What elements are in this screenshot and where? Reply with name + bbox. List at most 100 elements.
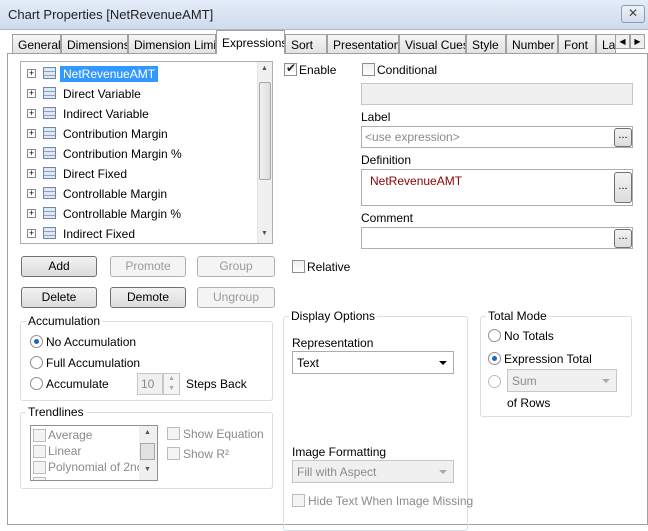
tab-presentation[interactable]: Presentation	[327, 34, 399, 53]
window-title: Chart Properties [NetRevenueAMT]	[8, 7, 214, 22]
show-equation-checkbox[interactable]	[167, 427, 180, 440]
comment-input[interactable]	[361, 227, 633, 249]
table-icon	[43, 167, 56, 179]
label-field-label: Label	[361, 110, 391, 124]
tab-sort[interactable]: Sort	[285, 34, 327, 53]
tab-expressions[interactable]: Expressions	[216, 30, 285, 54]
list-item[interactable]: + NetRevenueAMT	[25, 64, 257, 84]
scroll-thumb[interactable]	[140, 443, 155, 460]
scroll-down-icon[interactable]: ▼	[261, 230, 268, 237]
list-item[interactable]: + Direct Fixed	[25, 164, 257, 184]
total-function-select[interactable]: Sum	[507, 369, 617, 392]
no-totals-radio[interactable]	[488, 329, 501, 342]
hide-text-checkbox[interactable]	[292, 494, 305, 507]
accumulate-radio[interactable]	[30, 377, 43, 390]
label-input[interactable]: <use expression>	[361, 126, 633, 148]
definition-input[interactable]: NetRevenueAMT	[361, 169, 633, 206]
show-r2-label: Show R²	[183, 447, 230, 461]
relative-checkbox[interactable]	[292, 260, 305, 273]
full-accumulation-radio[interactable]	[30, 356, 43, 369]
expression-total-radio[interactable]	[488, 352, 501, 365]
tab-number[interactable]: Number	[506, 34, 558, 53]
function-total-radio[interactable]	[488, 375, 501, 388]
tab-font[interactable]: Font	[558, 34, 596, 53]
label-expression-button[interactable]: ...	[614, 128, 632, 147]
accumulation-title: Accumulation	[26, 314, 103, 328]
promote-button[interactable]: Promote	[110, 256, 186, 277]
table-icon	[43, 107, 56, 119]
tab-general[interactable]: General	[12, 34, 61, 53]
table-icon	[43, 127, 56, 139]
table-icon	[43, 67, 56, 79]
show-r2-checkbox[interactable]	[167, 447, 180, 460]
demote-button[interactable]: Demote	[110, 287, 186, 308]
total-mode-title: Total Mode	[486, 309, 549, 323]
table-icon	[43, 227, 56, 239]
expand-icon[interactable]: +	[27, 129, 36, 138]
conditional-checkbox[interactable]	[362, 63, 375, 76]
trendline-checkbox[interactable]	[33, 429, 46, 442]
expand-icon[interactable]: +	[27, 169, 36, 178]
tab-visual-cues[interactable]: Visual Cues	[399, 34, 466, 53]
list-item[interactable]: + Direct Variable	[25, 84, 257, 104]
trendlines-list[interactable]: Average Linear Polynomial of 2nd d ▲ ▼	[30, 425, 158, 481]
list-item[interactable]: + Indirect Variable	[25, 104, 257, 124]
close-button[interactable]: ✕	[621, 5, 645, 23]
tab-dimensions[interactable]: Dimensions	[61, 34, 128, 53]
expand-icon[interactable]: +	[27, 109, 36, 118]
comment-label: Comment	[361, 211, 414, 225]
no-accumulation-label: No Accumulation	[46, 335, 137, 349]
stepper-arrows[interactable]: ▲ ▼	[163, 373, 180, 395]
table-icon	[43, 187, 56, 199]
table-icon	[43, 87, 56, 99]
chevron-down-icon	[602, 379, 610, 383]
scrollbar[interactable]: ▲ ▼	[257, 62, 272, 243]
conditional-input[interactable]	[361, 83, 633, 105]
expand-icon[interactable]: +	[27, 189, 36, 198]
expand-icon[interactable]: +	[27, 89, 36, 98]
tab-scroll-right-icon[interactable]: ▶	[630, 34, 645, 49]
expand-icon[interactable]: +	[27, 149, 36, 158]
add-button[interactable]: Add	[21, 256, 97, 277]
stepper-down-icon[interactable]: ▼	[164, 384, 179, 394]
scrollbar[interactable]: ▲ ▼	[139, 426, 157, 480]
trendline-checkbox[interactable]	[33, 477, 46, 480]
list-item[interactable]: + Contribution Margin %	[25, 144, 257, 164]
list-item[interactable]: + Controllable Margin %	[25, 204, 257, 224]
tab-style[interactable]: Style	[466, 34, 506, 53]
expand-icon[interactable]: +	[27, 209, 36, 218]
steps-back-label: Steps Back	[186, 377, 247, 391]
delete-button[interactable]: Delete	[21, 287, 97, 308]
tab-dimension-limits[interactable]: Dimension Limits	[128, 34, 216, 53]
chevron-down-icon	[439, 470, 447, 474]
trendline-checkbox[interactable]	[33, 461, 46, 474]
list-item[interactable]: + Controllable Margin	[25, 184, 257, 204]
trendlines-title: Trendlines	[26, 405, 86, 419]
list-item[interactable]: + Indirect Fixed	[25, 224, 257, 244]
definition-expression-button[interactable]: ...	[614, 172, 632, 203]
group-button[interactable]: Group	[197, 256, 275, 277]
scroll-up-icon[interactable]: ▲	[261, 65, 268, 72]
expand-icon[interactable]: +	[27, 69, 36, 78]
image-formatting-select[interactable]: Fill with Aspect	[292, 460, 454, 483]
scroll-up-icon[interactable]: ▲	[144, 429, 151, 436]
comment-expression-button[interactable]: ...	[614, 229, 632, 248]
scroll-thumb[interactable]	[259, 82, 271, 180]
display-options-title: Display Options	[289, 309, 378, 323]
expand-icon[interactable]: +	[27, 229, 36, 238]
show-equation-label: Show Equation	[183, 427, 264, 441]
list-item[interactable]: + Contribution Margin	[25, 124, 257, 144]
tab-scroll-left-icon[interactable]: ◀	[615, 34, 630, 49]
title-bar: Chart Properties [NetRevenueAMT] ✕	[0, 0, 648, 30]
chevron-down-icon	[439, 361, 447, 365]
scroll-down-icon[interactable]: ▼	[144, 466, 151, 473]
representation-select[interactable]: Text	[292, 351, 454, 374]
ungroup-button[interactable]: Ungroup	[197, 287, 275, 308]
no-accumulation-radio[interactable]	[30, 335, 43, 348]
steps-back-stepper[interactable]: 10	[137, 373, 163, 395]
stepper-up-icon[interactable]: ▲	[164, 374, 179, 384]
trendline-checkbox[interactable]	[33, 445, 46, 458]
expression-list[interactable]: + NetRevenueAMT + Direct Variable + Indirec…	[20, 61, 273, 244]
tab-layout[interactable]: La	[596, 34, 616, 53]
enable-checkbox[interactable]: ✔	[284, 61, 297, 76]
